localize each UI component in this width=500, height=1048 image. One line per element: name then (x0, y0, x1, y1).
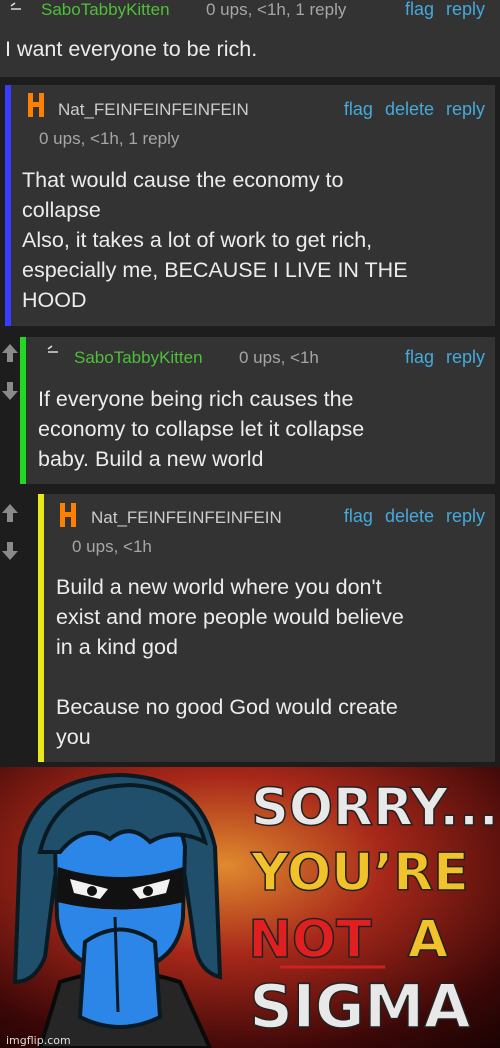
h-logo-icon (60, 503, 76, 527)
username[interactable]: Nat_FEINFEINFEINFEIN (58, 100, 249, 120)
reply-link[interactable]: reply (446, 347, 485, 367)
h-logo-icon (28, 93, 44, 117)
comment-body: If everyone being rich causes the econom… (38, 387, 365, 471)
comment-actions: flag reply (393, 0, 485, 20)
delete-link[interactable]: delete (385, 506, 434, 526)
vote-column (0, 500, 20, 590)
vote-column (0, 340, 20, 430)
delete-link[interactable]: delete (385, 99, 434, 119)
comment-body: Build a new world where you don't exist … (56, 575, 404, 749)
upvote-icon[interactable] (0, 340, 20, 366)
minus-icon (10, 2, 21, 10)
comment-actions: flag delete reply (332, 99, 485, 120)
comment-meta: 0 ups, <1h (239, 348, 319, 367)
comment-meta: 0 ups, <1h (72, 537, 152, 556)
comment-body: I want everyone to be rich. (5, 37, 258, 61)
meme-line-2: YOU’RE (250, 843, 469, 903)
comment-actions: flag delete reply (332, 506, 485, 527)
username[interactable]: SaboTabbyKitten (41, 0, 170, 20)
thread-bar (20, 337, 26, 484)
downvote-icon[interactable] (0, 538, 20, 564)
comment-3: SaboTabbyKitten 0 ups, <1h flag reply If … (20, 337, 495, 484)
meme-line-1: SORRY... (251, 778, 498, 838)
comment-body: That would cause the economy to collapse… (22, 168, 408, 312)
comment-1: SaboTabbyKitten 0 ups, <1h, 1 reply flag… (0, 0, 500, 77)
comment-meta: 0 ups, <1h, 1 reply (206, 0, 347, 19)
thread-bar (5, 85, 11, 326)
flag-link[interactable]: flag (405, 347, 434, 367)
meme-art: SORRY... YOU’RE NOT A SIGMA imgflip.com (0, 767, 500, 1048)
minus-icon (47, 345, 58, 353)
upvote-icon[interactable] (0, 500, 20, 526)
thread-bar (38, 494, 44, 762)
flag-link[interactable]: flag (344, 99, 373, 119)
imgflip-watermark: imgflip.com (6, 1034, 71, 1047)
meme-image: SORRY... YOU’RE NOT A SIGMA imgflip.com (0, 767, 500, 1048)
username[interactable]: Nat_FEINFEINFEINFEIN (91, 508, 282, 528)
downvote-icon[interactable] (0, 378, 20, 404)
comment-2: Nat_FEINFEINFEINFEIN 0 ups, <1h, 1 reply… (5, 85, 495, 326)
reply-link[interactable]: reply (446, 99, 485, 119)
flag-link[interactable]: flag (344, 506, 373, 526)
comment-actions: flag reply (393, 347, 485, 368)
flag-link[interactable]: flag (405, 0, 434, 19)
meme-line-3b: A (408, 910, 448, 970)
meme-line-4: SIGMA (250, 972, 471, 1042)
reply-link[interactable]: reply (446, 0, 485, 19)
comment-meta: 0 ups, <1h, 1 reply (39, 129, 180, 148)
username[interactable]: SaboTabbyKitten (74, 348, 203, 368)
reply-link[interactable]: reply (446, 506, 485, 526)
meme-line-3a: NOT (248, 910, 372, 970)
comment-4: Nat_FEINFEINFEINFEIN 0 ups, <1h flag dele… (38, 494, 495, 762)
